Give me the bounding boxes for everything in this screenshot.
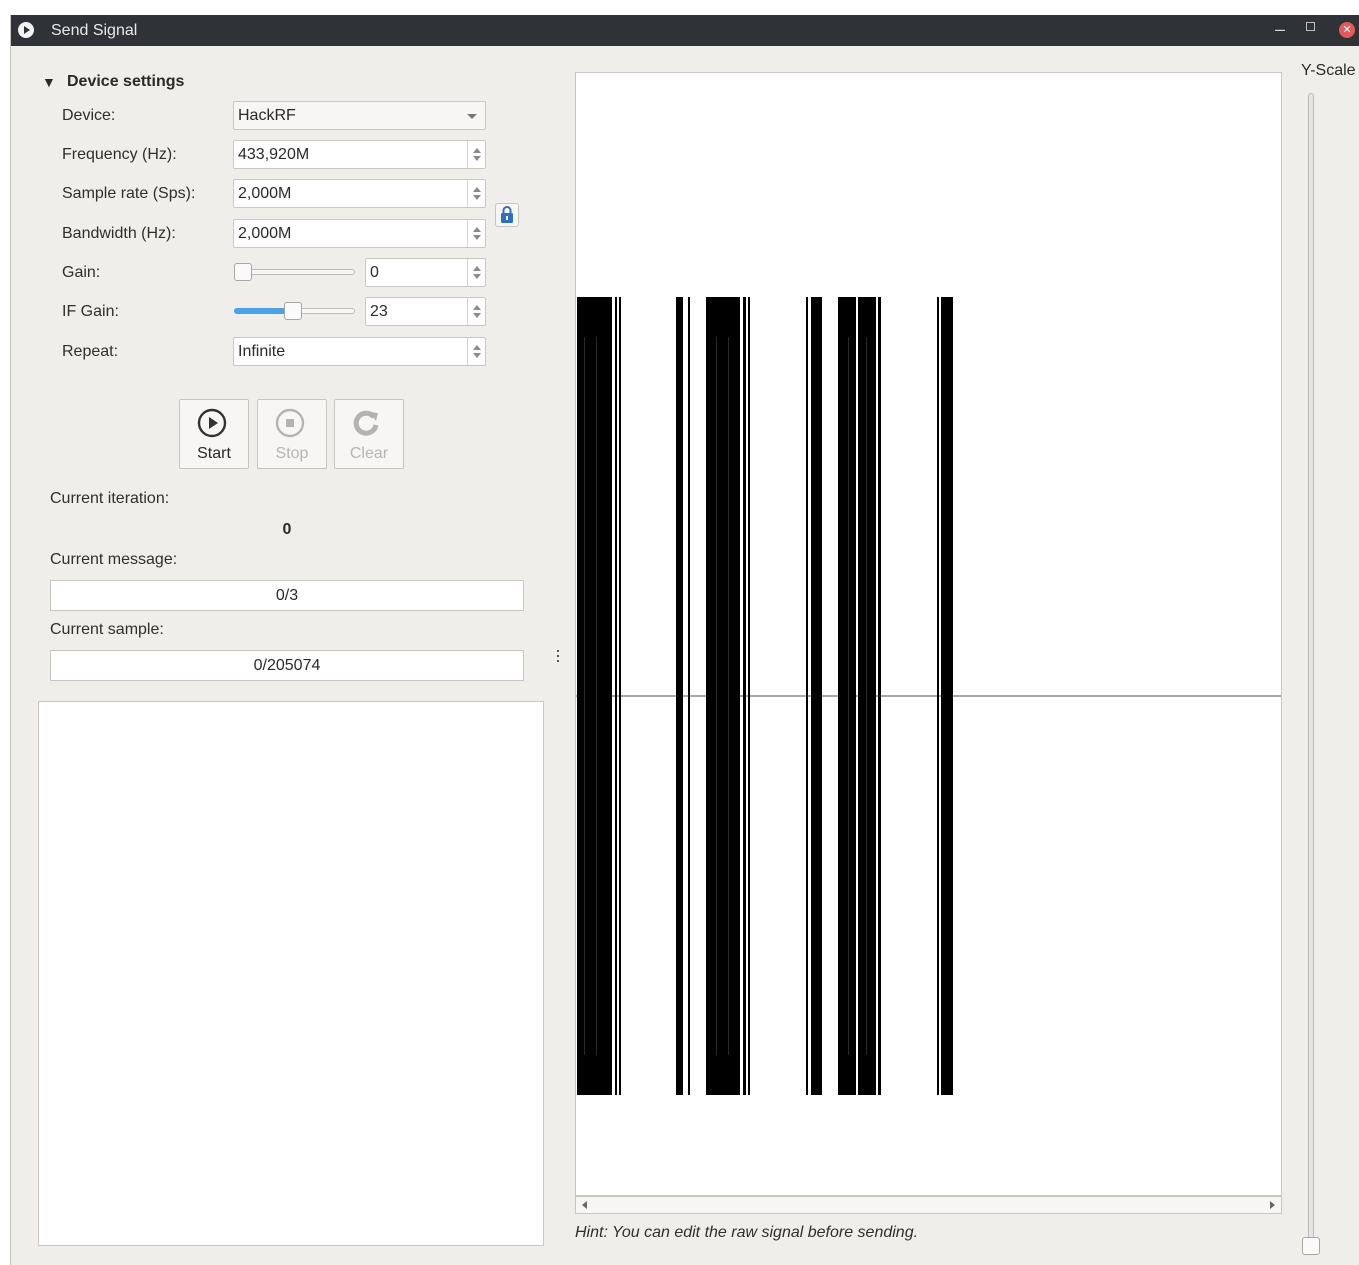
signal-burst (941, 297, 953, 1095)
signal-burst (878, 297, 881, 1095)
device-combobox[interactable]: HackRF (233, 101, 486, 130)
clear-label: Clear (349, 445, 389, 462)
bandwidth-label: Bandwidth (Hz): (62, 225, 176, 242)
spin-buttons[interactable] (467, 259, 485, 286)
close-button[interactable]: ✕ (1339, 22, 1355, 38)
start-button[interactable]: Start (179, 399, 249, 469)
gain-slider-handle[interactable] (234, 263, 252, 281)
signal-burst (615, 297, 617, 1095)
sample-rate-value: 2,000M (238, 185, 292, 202)
sample-rate-label: Sample rate (Sps): (62, 185, 196, 202)
splitter-handle[interactable] (556, 650, 560, 666)
window-title: Send Signal (51, 22, 138, 39)
message-progress: 0/3 (50, 580, 524, 611)
lock-icon (501, 206, 513, 223)
repeat-value: Infinite (238, 343, 286, 360)
scroll-right-icon[interactable] (1270, 1201, 1275, 1209)
send-signal-window: Send Signal – ✕ ▼ Device settings Device… (10, 15, 1359, 1265)
minimize-button[interactable]: – (1275, 19, 1285, 40)
gain-value: 0 (370, 264, 379, 281)
maximize-button[interactable] (1306, 22, 1315, 31)
spin-buttons[interactable] (467, 338, 485, 365)
spin-buttons[interactable] (467, 180, 485, 207)
signal-gap (848, 337, 849, 1055)
gain-slider[interactable] (234, 269, 355, 275)
device-label: Device: (62, 107, 116, 124)
gain-spinbox[interactable]: 0 (365, 258, 486, 287)
y-scale-slider[interactable] (1308, 93, 1314, 1245)
repeat-label: Repeat: (62, 343, 119, 360)
sample-progress-text: 0/205074 (253, 657, 321, 674)
gain-label: Gain: (62, 264, 101, 281)
app-icon (18, 22, 34, 38)
frequency-label: Frequency (Hz): (62, 146, 177, 163)
message-label: Current message: (50, 551, 178, 568)
signal-gap (716, 337, 717, 1055)
spin-buttons[interactable] (467, 141, 485, 168)
signal-graph-view[interactable] (575, 72, 1282, 1196)
frequency-spinbox[interactable]: 433,920M (233, 140, 486, 169)
iteration-label: Current iteration: (50, 490, 170, 507)
signal-burst (688, 297, 690, 1095)
sample-rate-spinbox[interactable]: 2,000M (233, 179, 486, 208)
start-label: Start (197, 445, 231, 462)
spin-buttons[interactable] (467, 220, 485, 247)
play-icon (197, 408, 227, 438)
signal-gap (866, 337, 867, 1055)
bandwidth-spinbox[interactable]: 2,000M (233, 219, 486, 248)
device-value: HackRF (238, 107, 296, 124)
chevron-down-icon (467, 114, 477, 119)
signal-burst (838, 297, 856, 1095)
signal-burst (743, 297, 746, 1095)
clear-button[interactable]: Clear (334, 399, 404, 469)
device-settings-header[interactable]: Device settings (67, 73, 184, 91)
iteration-value: 0 (282, 521, 292, 538)
signal-burst (619, 297, 621, 1095)
if-gain-value: 23 (370, 303, 388, 320)
refresh-icon (353, 410, 379, 436)
stop-label: Stop (275, 445, 309, 462)
spin-buttons[interactable] (467, 298, 485, 325)
signal-gap (596, 337, 597, 1055)
if-gain-label: IF Gain: (62, 303, 119, 320)
if-gain-slider-fill (234, 308, 290, 314)
signal-burst (676, 297, 683, 1095)
y-scale-slider-handle[interactable] (1302, 1237, 1320, 1255)
y-scale-label: Y-Scale (1301, 62, 1356, 79)
title-bar: Send Signal – ✕ (11, 15, 1359, 46)
signal-gap (584, 337, 585, 1055)
message-progress-text: 0/3 (275, 587, 299, 604)
lock-button[interactable] (495, 203, 519, 227)
scroll-left-icon[interactable] (582, 1201, 587, 1209)
signal-burst (937, 297, 939, 1095)
sample-label: Current sample: (50, 621, 164, 638)
collapse-arrow-icon[interactable]: ▼ (42, 74, 56, 90)
signal-burst (706, 297, 740, 1095)
hint-text: Hint: You can edit the raw signal before… (575, 1224, 919, 1241)
signal-gap (728, 337, 729, 1055)
if-gain-slider-handle[interactable] (284, 302, 302, 320)
frequency-value: 433,920M (238, 146, 310, 163)
log-text-area[interactable] (38, 701, 544, 1246)
signal-waveform[interactable] (576, 73, 1281, 1195)
signal-burst (748, 297, 750, 1095)
stop-button[interactable]: Stop (257, 399, 327, 469)
bandwidth-value: 2,000M (238, 225, 292, 242)
signal-burst (577, 297, 612, 1095)
if-gain-spinbox[interactable]: 23 (365, 297, 486, 326)
horizontal-scrollbar[interactable] (575, 1196, 1282, 1214)
stop-icon (275, 408, 305, 438)
signal-burst (811, 297, 822, 1095)
repeat-spinbox[interactable]: Infinite (233, 337, 486, 366)
sample-progress: 0/205074 (50, 650, 524, 681)
signal-burst (806, 297, 808, 1095)
